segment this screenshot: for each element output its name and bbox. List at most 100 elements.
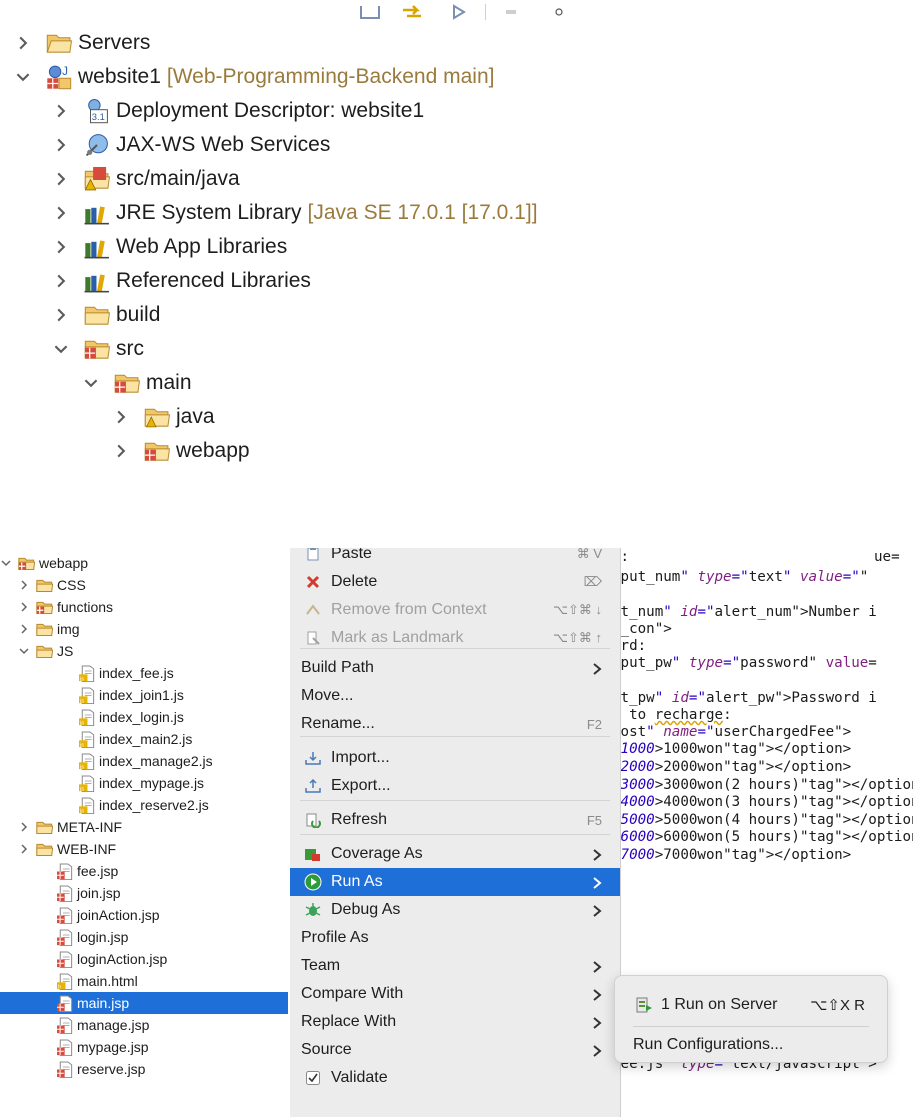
menu-item-team[interactable]: Team <box>290 952 620 980</box>
menu-item-profile-as[interactable]: Profile As <box>290 924 620 952</box>
run-on-server-item[interactable]: 1 Run on Server ⌥⇧X R <box>615 990 887 1020</box>
tree-item-index-reserve2-js[interactable]: js index_reserve2.js <box>0 794 288 816</box>
link-with-editor-icon[interactable] <box>401 2 427 22</box>
chevron-down-icon[interactable] <box>16 643 32 659</box>
js-file-icon: js <box>78 665 95 682</box>
chevron-right-icon[interactable] <box>50 168 72 190</box>
code-line: =4000>4000won(3 hours)"tag"></option> <box>612 794 913 810</box>
tree-item-index-main2-js[interactable]: js index_main2.js <box>0 728 288 750</box>
tree-item-join-jsp[interactable]: join.jsp <box>0 882 288 904</box>
tree-item-index-fee-js[interactable]: js index_fee.js <box>0 662 288 684</box>
folder-icon <box>84 302 111 328</box>
menu-item-import[interactable]: Import... <box>290 744 620 772</box>
project-folder-icon <box>36 599 54 616</box>
submenu-arrow-icon <box>592 876 602 889</box>
menu-item-label: Debug As <box>331 901 401 918</box>
deployment-descriptor-icon: 3.1 <box>84 98 110 124</box>
menu-item-debug-as[interactable]: Debug As <box>290 896 620 924</box>
tree-item-main-jsp[interactable]: main.jsp <box>0 992 288 1014</box>
menu-item-coverage-as[interactable]: Coverage As <box>290 840 620 868</box>
explorer-item-deployment-descriptor-website1[interactable]: 3.1 Deployment Descriptor: website1 <box>50 94 424 128</box>
explorer-item-src-main-java[interactable]: src/main/java <box>50 162 240 196</box>
tree-item-css[interactable]: CSS <box>0 574 288 596</box>
svg-text:js: js <box>79 720 84 726</box>
menu-item-refresh[interactable]: Refresh F5 <box>290 806 620 834</box>
menu-item-move[interactable]: Move... <box>290 682 620 710</box>
chevron-down-icon[interactable] <box>80 372 102 394</box>
chevron-down-icon[interactable] <box>0 555 14 571</box>
chevron-down-icon[interactable] <box>12 66 34 88</box>
explorer-item-build[interactable]: build <box>50 298 160 332</box>
explorer-item-main[interactable]: main <box>80 366 192 400</box>
explorer-item-jre-system-library[interactable]: JRE System Library [Java SE 17.0.1 [17.0.… <box>50 196 538 230</box>
explorer-item-web-app-libraries[interactable]: Web App Libraries <box>50 230 287 264</box>
tree-item-index-manage2-js[interactable]: js index_manage2.js <box>0 750 288 772</box>
menu-item-compare-with[interactable]: Compare With <box>290 980 620 1008</box>
tree-item-main-html[interactable]: h main.html <box>0 970 288 992</box>
menu-item-remove-from-context[interactable]: Remove from Context ⌥⇧⌘ ↓ <box>290 596 620 624</box>
explorer-item-webapp[interactable]: webapp <box>110 434 250 468</box>
chevron-right-icon[interactable] <box>16 819 32 835</box>
chevron-right-icon[interactable] <box>50 304 72 326</box>
chevron-right-icon[interactable] <box>110 440 132 462</box>
menu-item-build-path[interactable]: Build Path <box>290 654 620 682</box>
explorer-item-src[interactable]: src <box>50 332 144 366</box>
tree-item-login-jsp[interactable]: login.jsp <box>0 926 288 948</box>
menu-item-rename[interactable]: Rename... F2 <box>290 710 620 738</box>
chevron-right-icon[interactable] <box>50 100 72 122</box>
jsp-file-icon <box>56 1061 73 1078</box>
chevron-right-icon[interactable] <box>16 841 32 857</box>
jsp-file-icon <box>56 885 73 902</box>
tree-item-joinaction-jsp[interactable]: joinAction.jsp <box>0 904 288 926</box>
minimize-icon[interactable] <box>359 2 381 22</box>
library-icon <box>84 234 110 260</box>
menu-item-replace-with[interactable]: Replace With <box>290 1008 620 1036</box>
tree-item-label: joinAction.jsp <box>77 907 160 923</box>
menu-item-label: Coverage As <box>331 845 423 862</box>
chevron-right-icon[interactable] <box>50 134 72 156</box>
tree-item-meta-inf[interactable]: META-INF <box>0 816 288 838</box>
tree-item-functions[interactable]: functions <box>0 596 288 618</box>
explorer-item-jax-ws-web-services[interactable]: JAX-WS Web Services <box>50 128 330 162</box>
menu-item-validate[interactable]: Validate <box>290 1064 620 1092</box>
menu-item-delete[interactable]: Delete ⌦ <box>290 568 620 596</box>
filter-icon[interactable] <box>451 2 467 22</box>
explorer-item-referenced-libraries[interactable]: Referenced Libraries <box>50 264 311 298</box>
jsp-file-icon <box>56 995 73 1012</box>
chevron-right-icon[interactable] <box>50 236 72 258</box>
chevron-right-icon[interactable] <box>16 599 32 615</box>
tree-item-img[interactable]: img <box>0 618 288 640</box>
chevron-right-icon[interactable] <box>50 202 72 224</box>
chevron-down-icon[interactable] <box>50 338 72 360</box>
view-menu-icon[interactable] <box>503 2 519 22</box>
menu-item-shortcut: ⌘ V <box>576 548 602 561</box>
chevron-right-icon[interactable] <box>110 406 132 428</box>
menu-item-label: Delete <box>331 573 378 590</box>
run-configurations-item[interactable]: Run Configurations... <box>615 1032 887 1058</box>
tree-item-index-join1-js[interactable]: js index_join1.js <box>0 684 288 706</box>
tree-item-loginaction-jsp[interactable]: loginAction.jsp <box>0 948 288 970</box>
chevron-right-icon[interactable] <box>12 32 34 54</box>
menu-item-source[interactable]: Source <box>290 1036 620 1064</box>
tree-item-index-login-js[interactable]: js index_login.js <box>0 706 288 728</box>
chevron-right-icon[interactable] <box>16 621 32 637</box>
explorer-item-servers[interactable]: Servers <box>12 26 150 60</box>
tree-item-webapp[interactable]: webapp <box>0 552 288 574</box>
tree-item-js[interactable]: JS <box>0 640 288 662</box>
menu-item-run-as[interactable]: Run As <box>290 868 620 896</box>
menu-item-export[interactable]: Export... <box>290 772 620 800</box>
tree-item-manage-jsp[interactable]: manage.jsp <box>0 1014 288 1036</box>
tree-item-reserve-jsp[interactable]: reserve.jsp <box>0 1058 288 1080</box>
explorer-item-java[interactable]: java <box>110 400 215 434</box>
menu-item-label: Remove from Context <box>331 601 487 618</box>
tree-item-web-inf[interactable]: WEB-INF <box>0 838 288 860</box>
tree-item-index-mypage-js[interactable]: js index_mypage.js <box>0 772 288 794</box>
tree-item-fee-jsp[interactable]: fee.jsp <box>0 860 288 882</box>
code-line: rt_pw" id="alert_pw">Password i <box>612 690 877 706</box>
chevron-right-icon[interactable] <box>50 270 72 292</box>
tree-item-mypage-jsp[interactable]: mypage.jsp <box>0 1036 288 1058</box>
explorer-item-website1[interactable]: J website1 [Web-Programming-Backend main] <box>12 60 494 94</box>
menu-item-paste[interactable]: Paste ⌘ V <box>290 548 620 568</box>
chevron-right-icon[interactable] <box>16 577 32 593</box>
refresh-icon <box>303 810 323 830</box>
